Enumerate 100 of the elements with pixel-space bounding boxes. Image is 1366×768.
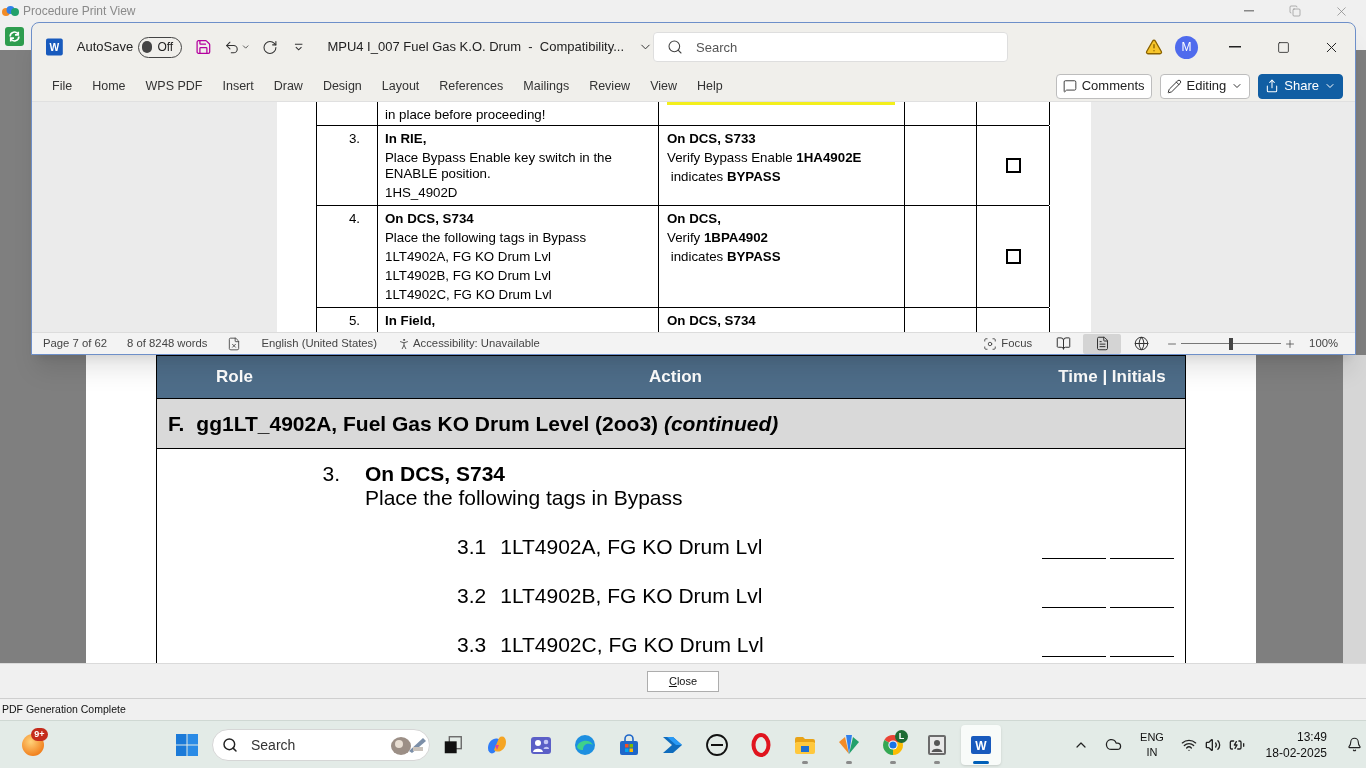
caret-icon[interactable] <box>240 42 251 52</box>
status-message: PDF Generation Complete <box>2 701 126 717</box>
focus-button[interactable]: Focus <box>983 335 1033 352</box>
comments-button[interactable]: Comments <box>1055 73 1152 99</box>
wave-icon <box>573 732 597 757</box>
fill-in-line <box>1110 558 1174 559</box>
ribbon-tab[interactable]: View <box>640 73 687 99</box>
warning-icon[interactable] <box>1145 38 1163 56</box>
search-icon <box>667 39 683 55</box>
autosave-label: AutoSave <box>76 38 134 57</box>
step-number: 3. <box>322 462 340 487</box>
region-code: IN <box>1146 744 1158 760</box>
section-letter: F. <box>168 410 185 437</box>
clock-time: 13:49 <box>1296 728 1327 745</box>
ribbon-tab[interactable]: Mailings <box>513 73 580 99</box>
globe-icon <box>1133 336 1149 351</box>
overlapping-squares-icon <box>442 733 464 756</box>
substep-text: 1LT4902A, FG KO Drum Lvl <box>500 535 763 559</box>
step-heading: In RIE, <box>385 131 427 147</box>
redo-icon[interactable] <box>262 38 279 56</box>
scroll-bar[interactable] <box>1343 355 1366 663</box>
ring-icon <box>751 732 771 757</box>
document-icon[interactable]: W <box>46 38 63 56</box>
ribbon-tab[interactable]: Home <box>82 73 136 99</box>
ribbon-tab[interactable]: References <box>429 73 514 99</box>
substep-text: 1LT4902C, FG KO Drum Lvl <box>500 633 764 657</box>
step-text: in place before proceeding! <box>385 107 546 123</box>
weather-button[interactable]: 9+ <box>13 724 53 765</box>
step-text: 1LT4902C, FG KO Drum Lvl <box>385 287 552 303</box>
step-heading: On DCS, S734 <box>385 211 474 227</box>
account-avatar[interactable]: M <box>1175 35 1198 59</box>
share-button[interactable]: Share <box>1258 73 1343 99</box>
step-text: indicates BYPASS <box>669 169 781 185</box>
step-text: 1HS_4902D <box>385 185 458 201</box>
step-text: indicates BYPASS <box>669 249 781 265</box>
checkbox[interactable] <box>1005 158 1021 173</box>
page-count[interactable]: Page 7 of 62 <box>43 335 108 352</box>
profile-badge: L <box>895 729 908 743</box>
fill-in-line <box>1110 656 1174 657</box>
zoom-in-icon[interactable] <box>1284 337 1297 350</box>
ribbon-tab[interactable]: Review <box>579 73 641 99</box>
step-heading: On DCS, S733 <box>667 131 756 147</box>
column-header: Time | Initials <box>1058 366 1166 389</box>
ribbon-tab[interactable]: File <box>42 73 83 99</box>
column-header: Role <box>216 366 253 389</box>
step-text: 1LT4902A, FG KO Drum Lvl <box>385 249 552 265</box>
window-title: Procedure Print View <box>23 3 136 20</box>
pencil-icon <box>1166 78 1182 94</box>
zoom-slider[interactable] <box>1181 337 1282 350</box>
circle-minus-icon <box>705 732 729 757</box>
checkbox[interactable] <box>1005 249 1021 264</box>
restore-icon <box>1289 5 1301 17</box>
step-text: 1LT4902B, FG KO Drum Lvl <box>385 268 552 284</box>
shopping-bag-icon <box>617 732 641 757</box>
portrait-icon <box>926 732 948 757</box>
substep-text: 1LT4902B, FG KO Drum Lvl <box>500 584 763 608</box>
focus-icon <box>983 336 998 351</box>
step-text: Place the following tags in Bypass <box>365 486 683 510</box>
step-heading: On DCS, <box>667 211 721 227</box>
word-count[interactable]: 8 of 8248 words <box>127 335 208 352</box>
step-number: 5. <box>348 313 360 329</box>
view-mode-button[interactable] <box>1083 333 1122 354</box>
refresh-icon <box>8 29 21 43</box>
language-status[interactable]: English (United States) <box>261 335 377 352</box>
open-book-icon <box>1055 336 1071 351</box>
search-field[interactable]: Search <box>212 728 430 761</box>
taskbar-app-button[interactable]: L <box>873 724 913 765</box>
comment-icon <box>1062 79 1077 93</box>
taskbar-app-button[interactable]: W <box>961 724 1001 765</box>
section-title: gg1LT_4902A, Fuel Gas KO Drum Level (2oo3) (continued) <box>196 410 779 437</box>
document-title: MPU4 I_007 Fuel Gas K.O. Drum - Compatibility... <box>327 38 625 57</box>
refresh-button[interactable] <box>5 26 24 46</box>
step-text: Place the following tags in Bypass <box>385 230 587 246</box>
ribbon-tab[interactable]: Draw <box>263 73 313 99</box>
substep-number: 3.2 <box>457 584 487 608</box>
editing-button[interactable]: Editing <box>1159 73 1251 99</box>
step-number: 3. <box>348 131 360 147</box>
document-x-icon[interactable] <box>227 336 242 351</box>
ribbon-tab[interactable]: Insert <box>212 73 264 99</box>
customize-caret-icon[interactable] <box>294 42 304 52</box>
step-heading: On DCS, S734 <box>667 313 756 329</box>
language-code: ENG <box>1140 729 1164 745</box>
close-dialog-button[interactable]: Close <box>647 670 719 692</box>
step-text: Verify Bypass Enable 1HA4902E <box>667 150 862 166</box>
ribbon-tab[interactable]: WPS PDF <box>135 73 213 99</box>
zoom-level[interactable]: 100% <box>1309 335 1338 352</box>
step-heading: In Field, <box>385 313 436 329</box>
substep-number: 3.1 <box>457 535 487 559</box>
cloud-icon <box>1104 736 1122 753</box>
ribbon-tab[interactable]: Design <box>312 73 372 99</box>
maximize-icon <box>1276 40 1290 54</box>
ribbon-tab[interactable]: Layout <box>371 73 430 99</box>
save-icon[interactable] <box>195 38 212 56</box>
ribbon-tab[interactable]: Help <box>687 73 733 99</box>
search-field[interactable]: Search <box>653 32 1008 62</box>
accessibility-button[interactable]: Accessibility: Unavailable <box>397 335 540 352</box>
step-text: Place Bypass Enable key switch in the ENABLE position. <box>385 150 613 182</box>
slider-thumb[interactable] <box>1229 337 1234 350</box>
page-icon <box>1094 336 1110 351</box>
fill-in-line <box>1042 607 1106 608</box>
